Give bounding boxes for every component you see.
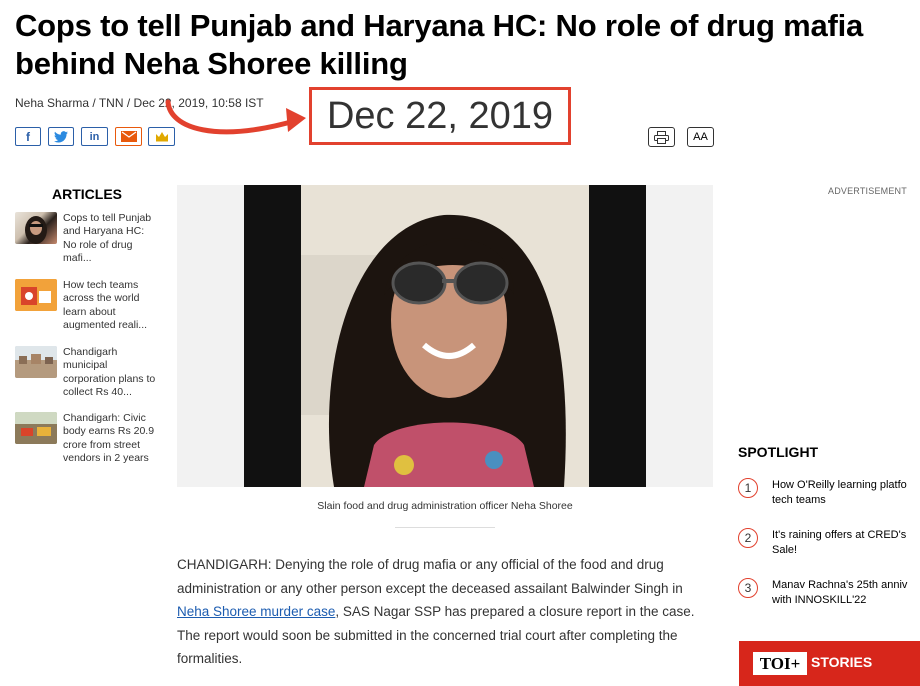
spotlight-title: It's raining offers at CRED's Sale! <box>772 529 907 556</box>
toi-plus-logo: TOI+ <box>753 652 807 675</box>
twitter-icon <box>54 130 68 143</box>
spotlight-title: Manav Rachna's 25th anniv with INNOSKILL'… <box>772 579 908 606</box>
email-icon <box>120 131 137 142</box>
article-photo[interactable] <box>244 185 646 487</box>
headline-line-2: behind Neha Shoree killing <box>15 46 408 81</box>
spotlight-heading: SPOTLIGHT <box>738 444 819 460</box>
facebook-share-button[interactable]: f <box>15 127 41 146</box>
articles-heading: ARTICLES <box>52 186 122 202</box>
body-text-1: CHANDIGARH: Denying the role of drug maf… <box>177 557 683 596</box>
email-share-button[interactable] <box>115 127 142 146</box>
article-list-title: Chandigarh municipal corporation plans t… <box>63 346 156 399</box>
article-thumbnail <box>15 412 57 444</box>
spotlight-number: 1 <box>738 478 758 498</box>
photo-caption: Slain food and drug administration offic… <box>317 500 573 512</box>
print-button[interactable] <box>648 127 675 147</box>
headline-line-1: Cops to tell Punjab and Haryana HC: No r… <box>15 8 864 43</box>
caption-divider <box>395 527 495 528</box>
twitter-share-button[interactable] <box>48 127 74 146</box>
article-thumbnail <box>15 279 57 311</box>
facebook-icon: f <box>26 129 30 144</box>
linkedin-icon: in <box>89 130 100 143</box>
spotlight-number: 2 <box>738 528 758 548</box>
stories-label: STORIES <box>811 654 873 670</box>
linkedin-share-button[interactable]: in <box>81 127 108 146</box>
article-thumbnail <box>15 212 57 244</box>
murder-case-link[interactable]: Neha Shoree murder case <box>177 604 335 619</box>
article-list-title: Cops to tell Punjab and Haryana HC: No r… <box>63 212 152 265</box>
font-size-button[interactable]: AA <box>687 127 714 147</box>
font-size-label: AA <box>693 131 708 143</box>
toi-stories-banner[interactable]: TOI+ STORIES <box>739 641 920 686</box>
crown-button[interactable] <box>148 127 175 146</box>
spotlight-number: 3 <box>738 578 758 598</box>
source-label: TNN <box>98 96 124 110</box>
article-list-title: How tech teams across the world learn ab… <box>63 279 148 332</box>
author-link[interactable]: Neha Sharma <box>15 96 89 110</box>
article-thumbnail <box>15 346 57 378</box>
advertisement-label: ADVERTISEMENT <box>828 186 907 196</box>
highlighted-date: Dec 22, 2019 <box>309 87 571 145</box>
crown-icon <box>155 132 168 142</box>
article-body: CHANDIGARH: Denying the role of drug maf… <box>177 553 717 671</box>
article-headline: Cops to tell Punjab and Haryana HC: No r… <box>15 7 920 83</box>
annotation-arrow <box>165 99 306 135</box>
article-list-title: Chandigarh: Civic body earns Rs 20.9 cro… <box>63 412 155 465</box>
spotlight-title: How O'Reilly learning platfo tech teams <box>772 479 907 506</box>
printer-icon <box>654 130 669 144</box>
